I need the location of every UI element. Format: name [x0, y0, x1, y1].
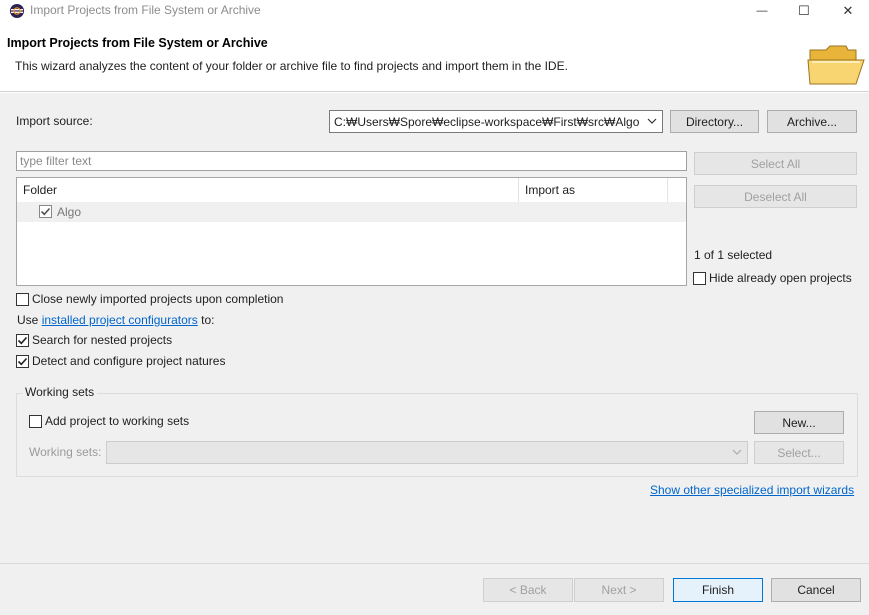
- configurators-line: Use installed project configurators to:: [17, 313, 214, 327]
- search-nested-checkbox[interactable]: [16, 334, 29, 347]
- search-nested-label: Search for nested projects: [32, 333, 173, 347]
- working-sets-group-title: Working sets: [22, 385, 98, 399]
- checkmark-icon: [17, 336, 28, 345]
- window-title: Import Projects from File System or Arch…: [30, 3, 261, 17]
- working-sets-combo[interactable]: [106, 441, 748, 464]
- projects-table: Folder Import as Algo: [16, 177, 687, 286]
- column-header-label: Folder: [23, 183, 58, 197]
- chevron-down-icon: [732, 449, 742, 455]
- table-row[interactable]: Algo: [17, 202, 686, 222]
- select-working-sets-button[interactable]: Select...: [754, 441, 844, 464]
- import-source-combo[interactable]: C:₩Users₩Spore₩eclipse-workspace₩First₩s…: [329, 110, 663, 133]
- selected-count: 1 of 1 selected: [694, 248, 773, 262]
- use-suffix: to:: [201, 313, 215, 327]
- deselect-all-button[interactable]: Deselect All: [694, 185, 857, 208]
- row-folder-name: Algo: [57, 205, 82, 219]
- minimize-button[interactable]: —: [741, 0, 783, 22]
- close-icon: ✕: [842, 3, 854, 18]
- filter-input[interactable]: [17, 152, 686, 170]
- minimize-icon: —: [756, 5, 768, 17]
- wizard-header: Import Projects from File System or Arch…: [0, 22, 869, 92]
- hide-open-checkbox[interactable]: [693, 272, 706, 285]
- maximize-button[interactable]: ☐: [783, 0, 825, 22]
- archive-button[interactable]: Archive...: [767, 110, 857, 133]
- checkmark-icon: [17, 357, 28, 366]
- checkmark-icon: [40, 207, 51, 216]
- use-prefix: Use: [17, 313, 39, 327]
- close-imported-checkbox[interactable]: [16, 293, 29, 306]
- row-checkbox[interactable]: [39, 205, 52, 218]
- maximize-icon: ☐: [798, 3, 810, 18]
- column-header-import-as[interactable]: Import as: [519, 178, 668, 202]
- working-sets-group: [16, 393, 858, 477]
- wizard-description: This wizard analyzes the content of your…: [15, 59, 568, 73]
- detect-natures-label: Detect and configure project natures: [32, 354, 226, 368]
- import-source-label: Import source:: [16, 114, 93, 128]
- add-working-sets-checkbox[interactable]: [29, 415, 42, 428]
- import-source-path: C:₩Users₩Spore₩eclipse-workspace₩First₩s…: [334, 114, 640, 129]
- title-bar: Import Projects from File System or Arch…: [0, 0, 869, 22]
- new-working-set-button[interactable]: New...: [754, 411, 844, 434]
- detect-natures-checkbox[interactable]: [16, 355, 29, 368]
- close-button[interactable]: ✕: [827, 0, 869, 22]
- chevron-down-icon: [647, 118, 657, 124]
- select-all-button[interactable]: Select All: [694, 152, 857, 175]
- hide-open-label: Hide already open projects: [709, 271, 852, 285]
- close-imported-label: Close newly imported projects upon compl…: [32, 292, 284, 306]
- other-wizards-link[interactable]: Show other specialized import wizards: [650, 483, 854, 497]
- column-header-folder[interactable]: Folder: [17, 178, 519, 202]
- column-header-label: Import as: [525, 183, 576, 197]
- filter-field[interactable]: [16, 151, 687, 171]
- working-sets-label: Working sets:: [29, 445, 102, 459]
- folder-open-icon: [807, 45, 865, 85]
- configurators-link[interactable]: installed project configurators: [42, 313, 198, 327]
- cancel-button[interactable]: Cancel: [771, 578, 861, 602]
- eclipse-app-icon: [10, 4, 24, 18]
- back-button[interactable]: < Back: [483, 578, 573, 602]
- finish-button[interactable]: Finish: [673, 578, 763, 602]
- directory-button[interactable]: Directory...: [670, 110, 759, 133]
- next-button[interactable]: Next >: [574, 578, 664, 602]
- add-working-sets-label: Add project to working sets: [45, 414, 190, 428]
- wizard-title: Import Projects from File System or Arch…: [7, 36, 268, 50]
